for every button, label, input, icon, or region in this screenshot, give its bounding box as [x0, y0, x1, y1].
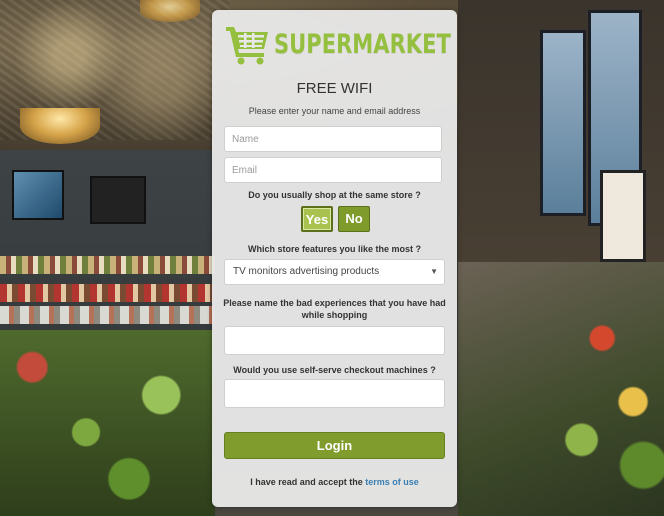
product-shelf — [0, 284, 215, 302]
product-shelf — [0, 256, 215, 274]
terms-of-use-link[interactable]: terms of use — [365, 477, 419, 487]
product-shelf — [0, 306, 215, 324]
chevron-down-icon: ▼ — [430, 267, 438, 276]
terms-notice: I have read and accept the terms of use — [212, 477, 457, 487]
tv-monitor — [12, 170, 64, 220]
wall-poster — [600, 170, 646, 262]
brand-name: SUPERMARKET — [274, 28, 451, 60]
terms-prefix: I have read and accept the — [250, 477, 363, 487]
tv-monitor — [90, 176, 146, 224]
question-self-checkout: Would you use self-serve checkout machin… — [233, 365, 436, 375]
page-title: FREE WIFI — [296, 80, 373, 97]
question-same-store: Do you usually shop at the same store ? — [248, 190, 421, 200]
question-bad-experiences: Please name the bad experiences that you… — [223, 298, 446, 320]
store-window — [540, 30, 586, 216]
question-features: Which store features you like the most ? — [247, 244, 422, 254]
name-input[interactable] — [224, 126, 442, 152]
shopping-cart-icon — [226, 27, 268, 65]
produce-display — [0, 330, 215, 516]
self-checkout-input[interactable] — [224, 379, 445, 408]
brand-logo: SUPERMARKET — [224, 22, 451, 66]
login-button[interactable]: Login — [224, 432, 445, 459]
yes-button[interactable]: Yes — [301, 206, 333, 232]
produce-display — [458, 262, 664, 516]
bad-experiences-input[interactable] — [224, 326, 445, 355]
page-subtitle: Please enter your name and email address — [248, 106, 421, 116]
no-button[interactable]: No — [338, 206, 370, 232]
pendant-lamp — [20, 108, 100, 144]
email-input[interactable] — [224, 157, 442, 183]
wifi-login-card: SUPERMARKET FREE WIFI Please enter your … — [212, 10, 457, 507]
features-select[interactable]: TV monitors advertising products ▼ — [224, 259, 445, 285]
features-selected-value: TV monitors advertising products — [233, 266, 380, 277]
pendant-lamp — [140, 0, 200, 22]
